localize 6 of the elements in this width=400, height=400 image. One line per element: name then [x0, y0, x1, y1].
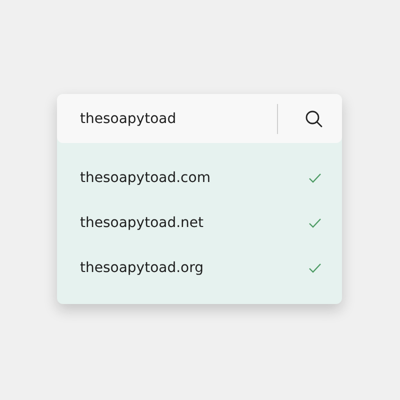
- search-icon: [304, 108, 324, 128]
- domain-name[interactable]: thesoapytoad.net: [80, 214, 308, 230]
- domain-name[interactable]: thesoapytoad.com: [80, 170, 308, 186]
- search-button[interactable]: [304, 108, 324, 128]
- search-field[interactable]: thesoapytoad: [57, 94, 255, 143]
- domain-name[interactable]: thesoapytoad.org: [80, 260, 308, 276]
